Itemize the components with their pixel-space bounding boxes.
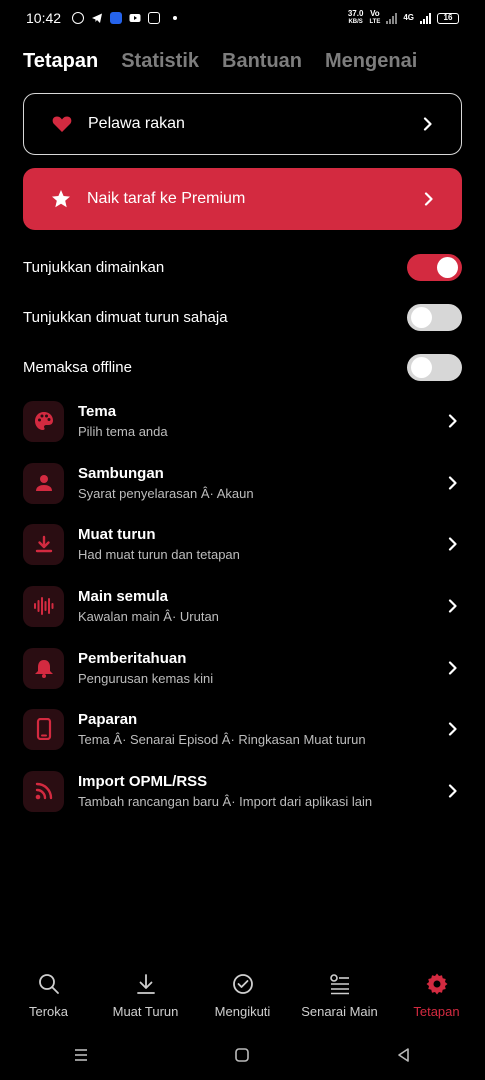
nav-downloads[interactable]: Muat Turun xyxy=(97,972,194,1032)
toggle-label: Memaksa offline xyxy=(23,358,132,376)
nav-following[interactable]: Mengikuti xyxy=(194,972,291,1032)
message-icon xyxy=(148,12,161,24)
item-subtitle: Tambah rancangan baru Â· Import dari apl… xyxy=(78,794,373,809)
switch-knob xyxy=(411,306,432,328)
network-type: 4G xyxy=(403,13,414,22)
whatsapp-icon xyxy=(72,12,85,24)
nav-label: Senarai Main xyxy=(301,1004,378,1019)
tab-mengenai[interactable]: Mengenai xyxy=(325,50,417,73)
bell-icon xyxy=(23,647,64,689)
chevron-right-icon xyxy=(448,722,457,736)
chevron-right-icon xyxy=(448,537,457,551)
chevron-right-icon xyxy=(423,117,432,131)
volte-indicator: Vo LTE xyxy=(369,10,380,26)
palette-icon xyxy=(23,400,64,442)
tab-statistik[interactable]: Statistik xyxy=(121,50,199,73)
settings-item-playback[interactable]: Main semula Kawalan main Â· Urutan xyxy=(23,584,462,628)
nav-label: Mengikuti xyxy=(214,1004,271,1019)
tab-bantuan[interactable]: Bantuan xyxy=(222,50,302,73)
item-subtitle: Pilih tema anda xyxy=(78,424,168,439)
nav-playlist[interactable]: Senarai Main xyxy=(291,972,388,1032)
item-title: Paparan xyxy=(78,711,138,728)
status-time: 10:42 xyxy=(26,10,62,26)
upgrade-premium-label: Naik taraf ke Premium xyxy=(87,190,246,207)
chevron-right-icon xyxy=(448,599,457,613)
waveform-icon xyxy=(23,585,64,627)
volte-top: Vo xyxy=(370,9,380,18)
item-title: Muat turun xyxy=(78,526,156,543)
item-subtitle: Tema Â· Senarai Episod Â· Ringkasan Muat… xyxy=(78,732,366,747)
item-subtitle: Pengurusan kemas kini xyxy=(78,671,214,686)
tab-tetapan[interactable]: Tetapan xyxy=(23,50,98,73)
chevron-right-icon xyxy=(448,476,457,490)
nav-settings[interactable]: Tetapan xyxy=(388,972,485,1032)
force-offline-switch[interactable] xyxy=(407,353,462,381)
app-notification-icon xyxy=(110,12,123,24)
item-title: Sambungan xyxy=(78,465,164,482)
toggle-label: Tunjukkan dimuat turun sahaja xyxy=(23,308,228,326)
top-tabs: Tetapan Statistik Bantuan Mengenai xyxy=(23,50,417,73)
net-speed-unit: KB/S xyxy=(348,19,363,25)
more-notifications-dot xyxy=(173,16,178,20)
nav-label: Tetapan xyxy=(413,1004,460,1019)
net-speed: 37.0 KB/S xyxy=(348,10,364,26)
check-circle-icon xyxy=(232,974,253,994)
chevron-right-icon xyxy=(448,784,457,798)
item-title: Pemberitahuan xyxy=(78,650,187,667)
item-title: Import OPML/RSS xyxy=(78,773,208,790)
nav-label: Muat Turun xyxy=(112,1004,179,1019)
settings-item-theme[interactable]: Tema Pilih tema anda xyxy=(23,399,462,443)
toggle-row-force-offline: Memaksa offline xyxy=(23,353,462,381)
item-title: Main semula xyxy=(78,588,169,605)
status-bar: 10:42 37.0 KB/S Vo LTE 4G 16 xyxy=(0,0,485,36)
battery-icon: 16 xyxy=(437,12,459,24)
home-icon[interactable] xyxy=(234,1047,250,1063)
rss-icon xyxy=(23,770,64,812)
playlist-icon xyxy=(329,974,349,995)
phone-icon xyxy=(23,708,64,750)
battery-level: 16 xyxy=(443,13,453,22)
invite-friends-button[interactable]: Pelawa rakan xyxy=(23,93,462,155)
show-played-switch[interactable] xyxy=(407,253,462,281)
upgrade-premium-button[interactable]: Naik taraf ke Premium xyxy=(23,168,462,230)
item-subtitle: Had muat turun dan tetapan xyxy=(78,547,240,562)
telegram-icon xyxy=(92,13,103,23)
settings-item-import-opml[interactable]: Import OPML/RSS Tambah rancangan baru Â·… xyxy=(23,769,462,813)
item-subtitle: Syarat penyelarasan Â· Akaun xyxy=(78,486,254,501)
toggle-label: Tunjukkan dimainkan xyxy=(23,258,165,276)
settings-item-notifications[interactable]: Pemberitahuan Pengurusan kemas kini xyxy=(23,646,462,690)
downloaded-only-switch[interactable] xyxy=(407,303,462,331)
switch-knob xyxy=(411,356,432,378)
star-icon xyxy=(51,189,71,209)
nav-label: Teroka xyxy=(28,1004,69,1019)
download-icon xyxy=(136,974,155,994)
toggle-row-show-played: Tunjukkan dimainkan xyxy=(23,253,462,281)
person-icon xyxy=(23,462,64,504)
system-navigation xyxy=(0,1040,485,1070)
chevron-right-icon xyxy=(424,192,433,206)
menu-icon[interactable] xyxy=(73,1047,89,1063)
back-icon[interactable] xyxy=(396,1047,412,1063)
chevron-right-icon xyxy=(448,414,457,428)
switch-knob xyxy=(437,256,458,278)
signal-icon xyxy=(386,12,398,24)
download-icon xyxy=(23,523,64,565)
chevron-right-icon xyxy=(448,661,457,675)
net-speed-value: 37.0 xyxy=(347,9,364,18)
toggle-row-downloaded-only: Tunjukkan dimuat turun sahaja xyxy=(23,303,462,331)
search-icon xyxy=(38,974,59,994)
youtube-icon xyxy=(129,14,141,22)
signal-icon-2 xyxy=(420,12,431,24)
settings-item-display[interactable]: Paparan Tema Â· Senarai Episod Â· Ringka… xyxy=(23,707,462,751)
gear-icon xyxy=(426,973,447,995)
settings-item-connection[interactable]: Sambungan Syarat penyelarasan Â· Akaun xyxy=(23,461,462,505)
item-title: Tema xyxy=(78,403,117,420)
bottom-navigation: Teroka Muat Turun Mengikuti Senarai Main… xyxy=(0,972,485,1032)
volte-bottom: LTE xyxy=(369,19,381,25)
settings-item-downloads[interactable]: Muat turun Had muat turun dan tetapan xyxy=(23,522,462,566)
invite-friends-label: Pelawa rakan xyxy=(88,115,185,132)
nav-explore[interactable]: Teroka xyxy=(0,972,97,1032)
heart-icon xyxy=(52,114,72,134)
item-subtitle: Kawalan main Â· Urutan xyxy=(78,609,219,624)
